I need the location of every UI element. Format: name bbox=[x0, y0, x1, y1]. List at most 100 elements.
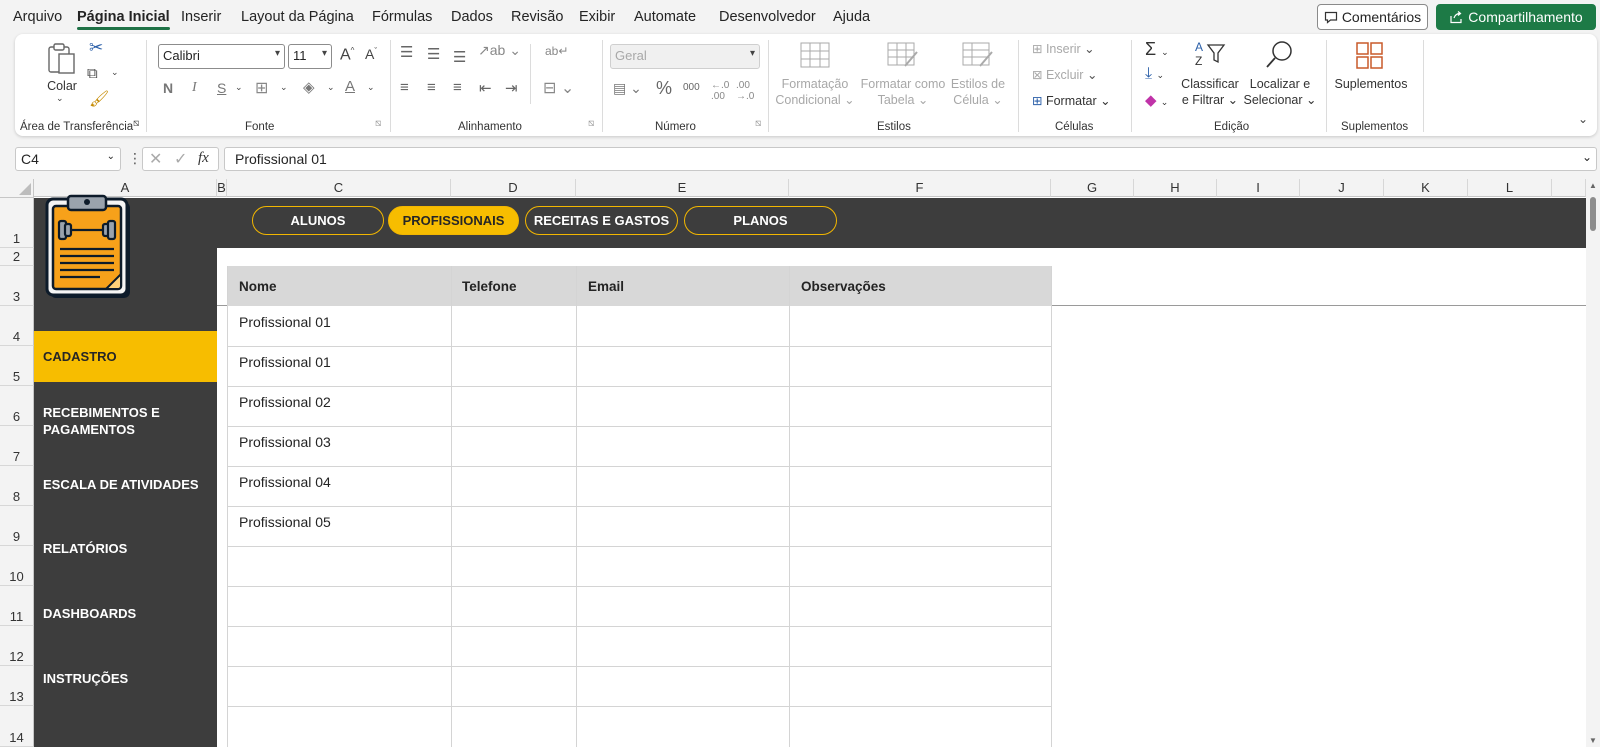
clear-icon[interactable]: ◆ ⌄ bbox=[1145, 91, 1168, 109]
tab-exibir[interactable]: Exibir bbox=[579, 9, 615, 25]
table-cell-nome[interactable]: Profissional 03 bbox=[239, 434, 331, 450]
format-painter-icon[interactable]: 🖌 bbox=[89, 89, 109, 109]
scrollbar-thumb[interactable] bbox=[1590, 197, 1596, 231]
dialog-launcher-icon[interactable]: ⧅ bbox=[133, 118, 139, 129]
decrease-decimal-icon[interactable]: .00 →.0 bbox=[736, 80, 754, 102]
increase-indent-icon[interactable]: ⇥ bbox=[505, 79, 518, 97]
more-options-icon[interactable]: ⋮ bbox=[128, 150, 142, 167]
name-box-value: C4 bbox=[21, 151, 39, 167]
comments-button[interactable]: Comentários bbox=[1317, 4, 1428, 30]
format-as-table-button[interactable]: Formatar como Tabela ⌄ bbox=[858, 40, 948, 110]
cut-icon[interactable]: ✂ bbox=[89, 38, 103, 58]
chevron-down-icon: ▾ bbox=[321, 48, 327, 59]
tab-revisao[interactable]: Revisão bbox=[511, 9, 563, 25]
decrease-font-icon[interactable]: Aˇ bbox=[365, 46, 377, 62]
tab-layout-da-pagina[interactable]: Layout da Página bbox=[241, 9, 354, 25]
vertical-scrollbar[interactable]: ▲ ▼ bbox=[1586, 179, 1600, 747]
font-name-select[interactable]: Calibri ▾ bbox=[158, 44, 285, 69]
cell-styles-button[interactable]: Estilos de Célula ⌄ bbox=[948, 40, 1008, 110]
accounting-format-icon[interactable]: ▤ ⌄ bbox=[613, 80, 642, 97]
align-top-icon[interactable]: ☰ bbox=[400, 43, 413, 61]
chevron-down-icon: ▾ bbox=[274, 48, 280, 59]
find-select-label: Localizar e Selecionar ⌄ bbox=[1243, 77, 1317, 107]
align-center-icon[interactable]: ≡ bbox=[427, 79, 436, 96]
orientation-icon[interactable]: ↗ab ⌄ bbox=[478, 42, 521, 59]
format-cells-button[interactable]: ⊞ Formatar ⌄ bbox=[1032, 93, 1111, 108]
chevron-down-icon[interactable]: ⌄ bbox=[280, 82, 288, 93]
paste-button[interactable]: Colar ⌄ bbox=[42, 39, 82, 109]
chevron-down-icon[interactable]: ⌄ bbox=[111, 67, 119, 78]
align-middle-icon[interactable]: ☰ bbox=[427, 45, 440, 63]
scroll-up-icon[interactable]: ▲ bbox=[1589, 181, 1597, 190]
autosum-icon[interactable]: Σ ⌄ bbox=[1145, 39, 1169, 60]
scroll-down-icon[interactable]: ▼ bbox=[1589, 736, 1597, 745]
formula-input[interactable]: Profissional 01 ⌄ bbox=[224, 147, 1597, 171]
increase-font-icon[interactable]: A^ bbox=[340, 46, 354, 64]
sort-filter-button[interactable]: A Z Classificar e Filtrar ⌄ bbox=[1178, 39, 1242, 111]
wrap-text-icon[interactable]: ab↵ bbox=[545, 44, 568, 58]
tab-desenvolvedor[interactable]: Desenvolvedor bbox=[719, 9, 816, 25]
underline-button[interactable]: S bbox=[217, 80, 226, 96]
tab-dados[interactable]: Dados bbox=[451, 9, 493, 25]
cancel-icon[interactable]: ✕ bbox=[149, 149, 162, 169]
comments-label: Comentários bbox=[1341, 9, 1422, 25]
percent-icon[interactable]: % bbox=[656, 78, 672, 99]
editing-group-label: Edição bbox=[1214, 121, 1250, 133]
align-right-icon[interactable]: ≡ bbox=[453, 79, 462, 96]
ribbon: Colar ⌄ ✂ ⧉ ⌄ 🖌 Área de Transferência ⧅ … bbox=[15, 34, 1597, 136]
number-format-value: Geral bbox=[615, 48, 647, 63]
table-cell-nome[interactable]: Profissional 05 bbox=[239, 514, 331, 530]
formula-controls: ✕ ✓ fx bbox=[142, 147, 219, 171]
name-box[interactable]: C4 ⌄ bbox=[15, 147, 121, 171]
font-size-select[interactable]: 11 ▾ bbox=[288, 44, 332, 69]
conditional-formatting-button[interactable]: Formatação Condicional ⌄ bbox=[775, 40, 855, 110]
insert-cells-button[interactable]: ⊞ Inserir ⌄ bbox=[1032, 41, 1095, 56]
chevron-down-icon[interactable]: ⌄ bbox=[367, 82, 375, 93]
font-color-icon[interactable]: A bbox=[345, 78, 355, 95]
align-left-icon[interactable]: ≡ bbox=[400, 79, 409, 96]
increase-decimal-icon[interactable]: ←.0.00 bbox=[711, 80, 729, 102]
expand-formula-bar-icon[interactable]: ⌄ bbox=[1582, 150, 1592, 164]
bold-button[interactable]: N bbox=[163, 80, 173, 96]
chevron-down-icon: ⌄ bbox=[106, 151, 115, 162]
cell-styles-label: Estilos de Célula ⌄ bbox=[950, 77, 1006, 107]
table-cell-nome[interactable]: Profissional 01 bbox=[239, 354, 331, 370]
tab-pagina-inicial[interactable]: Página Inicial bbox=[77, 9, 170, 30]
dialog-launcher-icon[interactable]: ⧅ bbox=[588, 118, 594, 129]
tab-formulas[interactable]: Fórmulas bbox=[372, 9, 432, 25]
align-bottom-icon[interactable]: ☰ bbox=[453, 48, 466, 66]
italic-button[interactable]: I bbox=[192, 80, 197, 96]
dialog-launcher-icon[interactable]: ⧅ bbox=[375, 118, 381, 129]
number-format-select[interactable]: Geral ▾ bbox=[610, 44, 760, 69]
find-select-button[interactable]: Localizar e Selecionar ⌄ bbox=[1243, 39, 1317, 111]
copy-icon[interactable]: ⧉ bbox=[87, 65, 98, 82]
table-cell-nome[interactable]: Profissional 01 bbox=[239, 314, 331, 330]
worksheet-grid: A B C D E F G H I J K L 1 2 3 4 5 6 7 8 … bbox=[0, 179, 1600, 747]
table-cell-nome[interactable]: Profissional 02 bbox=[239, 394, 331, 410]
comma-style-icon[interactable]: 000 bbox=[683, 82, 700, 93]
merge-cells-icon[interactable]: ⊟ ⌄ bbox=[543, 78, 574, 98]
borders-icon[interactable]: ⊞ bbox=[255, 78, 268, 98]
addins-button[interactable]: Suplementos bbox=[1333, 39, 1409, 111]
share-button[interactable]: Compartilhamento bbox=[1436, 4, 1596, 30]
alignment-group-label: Alinhamento bbox=[458, 121, 522, 133]
delete-cells-button[interactable]: ⊠ Excluir ⌄ bbox=[1032, 67, 1097, 82]
tab-arquivo[interactable]: Arquivo bbox=[13, 9, 62, 25]
tab-automate[interactable]: Automate bbox=[634, 9, 696, 25]
insert-function-icon[interactable]: fx bbox=[198, 150, 209, 167]
fill-color-icon[interactable]: ◈ bbox=[303, 78, 315, 96]
dialog-launcher-icon[interactable]: ⧅ bbox=[755, 118, 761, 129]
tab-inserir[interactable]: Inserir bbox=[181, 9, 221, 25]
chevron-down-icon[interactable]: ⌄ bbox=[235, 82, 243, 93]
number-group-label: Número bbox=[655, 121, 696, 133]
enter-icon[interactable]: ✓ bbox=[174, 149, 187, 169]
tab-ajuda[interactable]: Ajuda bbox=[833, 9, 870, 25]
collapse-ribbon-icon[interactable]: ⌄ bbox=[1578, 112, 1588, 126]
conditional-formatting-icon bbox=[800, 42, 830, 68]
chevron-down-icon[interactable]: ⌄ bbox=[327, 82, 335, 93]
decrease-indent-icon[interactable]: ⇤ bbox=[479, 79, 492, 97]
comment-icon bbox=[1324, 11, 1337, 24]
table-cell-nome[interactable]: Profissional 04 bbox=[239, 474, 331, 490]
fill-icon[interactable]: ⤓ ⌄ bbox=[1145, 65, 1164, 83]
paste-icon bbox=[48, 43, 75, 74]
